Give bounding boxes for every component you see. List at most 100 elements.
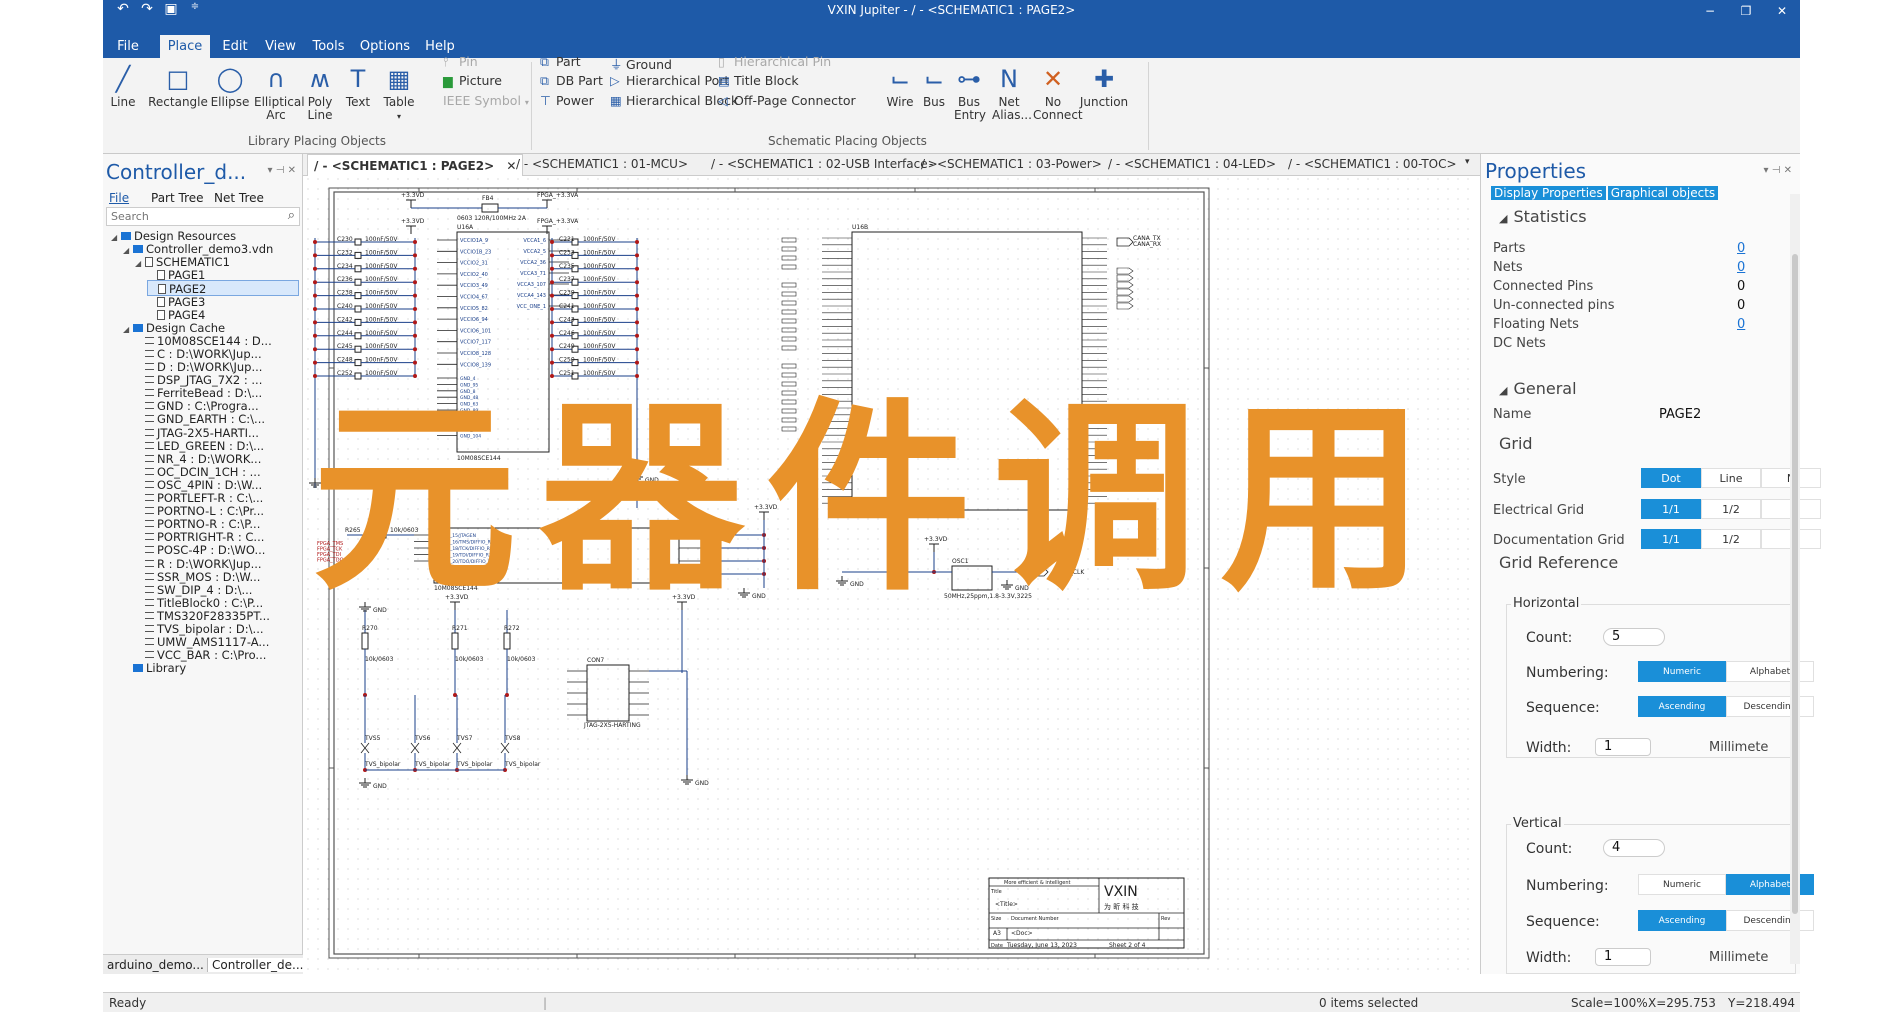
menu-view[interactable]: View [258,35,303,58]
sequence-option[interactable]: Descending [1726,696,1814,717]
schematic-canvas[interactable]: U16A 10M08SCE144 +3.3VD +3.3VD FPGA_+3.3VA FP… [307,178,1477,974]
sequence-option[interactable]: Ascending [1638,910,1726,931]
v-count-input[interactable]: 4 [1603,839,1665,857]
expand-icon[interactable]: ◢ [123,243,133,257]
db-part-button[interactable]: ⧉ DB Part [540,73,603,89]
grid-option[interactable]: 1/2 [1701,529,1761,549]
ieee-symbol-button[interactable]: IEEE Symbol ▾ [443,93,529,108]
rectangle-button[interactable]: □ Rectangle [148,66,208,109]
cap-ref: C234 [337,263,353,270]
doc-tab-usb[interactable]: / - <SCHEMATIC1 : 02-USB Interface> [711,157,938,171]
panel-controls[interactable]: ▾ ⊣ ✕ [1764,165,1792,176]
sequence-option[interactable]: Ascending [1638,696,1726,717]
panel-controls[interactable]: ▾ ⊣ ✕ [268,165,296,176]
expand-icon[interactable]: ◢ [123,322,133,336]
pin-name: GND_114 [460,414,481,420]
restore-button[interactable]: ❐ [1728,0,1764,22]
expand-icon[interactable]: ◢ [111,230,121,244]
minimize-button[interactable]: − [1692,0,1728,22]
bus-entry-button[interactable]: ⊶ Bus Entry [951,66,987,122]
general-section[interactable]: ◢ General [1499,379,1577,398]
stat-value[interactable]: 0 [1737,241,1745,256]
search-icon[interactable]: ⌕ [288,208,295,223]
numbering-option[interactable]: Alphabet [1726,874,1814,895]
junction-button[interactable]: ✚ Junction [1078,66,1130,109]
tvs-ref: TVS7 [456,735,473,742]
doc-tab-page2[interactable]: / - <SCHEMATIC1 : PAGE2> ✕ [307,154,524,176]
tab-file[interactable]: File [109,191,129,205]
wire-label: Wire [886,95,914,109]
doc-tab-mcu[interactable]: / - <SCHEMATIC1 : 01-MCU> [516,157,688,171]
line-button[interactable]: ╱ Line [100,66,146,109]
part-button[interactable]: ⧉ Part [540,54,581,70]
grid-option[interactable]: 1/1 [1641,499,1701,519]
menu-edit[interactable]: Edit [215,35,255,58]
doc-tab-toc[interactable]: / - <SCHEMATIC1 : 00-TOC> [1288,157,1457,171]
properties-scrollbar[interactable] [1790,194,1800,964]
close-icon[interactable]: ✕ [506,159,516,173]
v-count-label: Count: [1526,841,1573,857]
doc-tab-led[interactable]: / - <SCHEMATIC1 : 04-LED> [1108,157,1276,171]
component-icon [145,533,154,541]
menu-tools[interactable]: Tools [306,35,351,58]
picture-button[interactable]: ▆ Picture [443,73,502,88]
expand-icon[interactable]: ◢ [135,256,145,270]
menu-file[interactable]: File [103,35,153,58]
menu-place[interactable]: Place [160,35,210,58]
grid-section[interactable]: Grid [1499,434,1533,453]
sequence-option[interactable]: Descending [1726,910,1814,931]
h-count-input[interactable]: 5 [1603,628,1665,646]
statistics-section[interactable]: ◢ Statistics [1499,207,1587,226]
text-button[interactable]: T Text [338,66,378,109]
table-button[interactable]: ▦ Table ▾ [378,66,420,123]
search-input[interactable] [107,208,272,225]
tab-display-properties[interactable]: Display Properties [1491,186,1606,200]
menu-options[interactable]: Options [355,35,415,58]
pin-name: VCCIO8_139 [460,362,491,368]
hierarchical-port-button[interactable]: ▷ Hierarchical Port [610,73,729,88]
grid-reference-section[interactable]: Grid Reference [1499,553,1618,572]
name-value[interactable]: PAGE2 [1659,407,1701,422]
pin-name: VCCIO1A_9 [460,238,488,244]
power-button[interactable]: ⊤ Power [540,93,594,108]
style-option[interactable]: Dot [1641,468,1701,488]
close-button[interactable]: ✕ [1764,0,1800,22]
scrollbar-thumb[interactable] [1792,254,1798,914]
tab-net-tree[interactable]: Net Tree [214,191,264,205]
bus-button[interactable]: ⌙ Bus [918,66,950,109]
cap-ref: C232 [337,249,353,256]
no-connect-button[interactable]: ✕ No Connect [1030,66,1083,122]
title-block-button[interactable]: ▤ Title Block [718,73,799,88]
schematic-drawing[interactable]: U16A 10M08SCE144 +3.3VD +3.3VD FPGA_+3.3VA FP… [307,178,1477,974]
v-width-input[interactable]: 1 [1595,948,1651,966]
power-label: +3.3VD [401,192,425,199]
ground-button[interactable]: ⏚ Ground [610,54,672,73]
hierarchical-pin-button[interactable]: ▯ Hierarchical Pin [718,54,831,69]
tab-part-tree[interactable]: Part Tree [151,191,204,205]
pin-button[interactable]: ⫯ Pin [443,54,478,70]
tab-graphical-objects[interactable]: Graphical objects [1607,186,1719,200]
doc-tab-power[interactable]: / - <SCHEMATIC1 : 03-Power> [921,157,1102,171]
numbering-option[interactable]: Numeric [1638,874,1726,895]
elliptical-arc-button[interactable]: ∩ Elliptical Arc [250,66,305,122]
workspace-tab[interactable]: arduino_demo... [107,958,204,972]
cap-ref: C246 [559,330,575,337]
grid-option[interactable]: 1/1 [1641,529,1701,549]
numbering-option[interactable]: Numeric [1638,661,1726,682]
junction-dot [453,693,457,697]
style-option[interactable]: Line [1701,468,1761,488]
tree-node[interactable]: Library [123,660,299,676]
component-icon [145,389,154,397]
numbering-option[interactable]: Alphabet [1726,661,1814,682]
poly-line-button[interactable]: ʍ Poly Line [302,66,338,122]
stat-value[interactable]: 0 [1737,317,1745,332]
ellipse-button[interactable]: ◯ Ellipse [210,66,250,109]
net-alias-button[interactable]: Ν Net Alias... [988,66,1032,122]
stat-value[interactable]: 0 [1737,260,1745,275]
wire-button[interactable]: ⌙ Wire [883,66,917,109]
tab-list-icon[interactable]: ▾ [1465,157,1470,167]
grid-option[interactable]: 1/2 [1701,499,1761,519]
off-page-connector-button[interactable]: ◁ Off-Page Connector [718,93,856,108]
workspace-tab[interactable]: Controller_de... [207,958,309,972]
h-width-input[interactable]: 1 [1595,738,1651,756]
